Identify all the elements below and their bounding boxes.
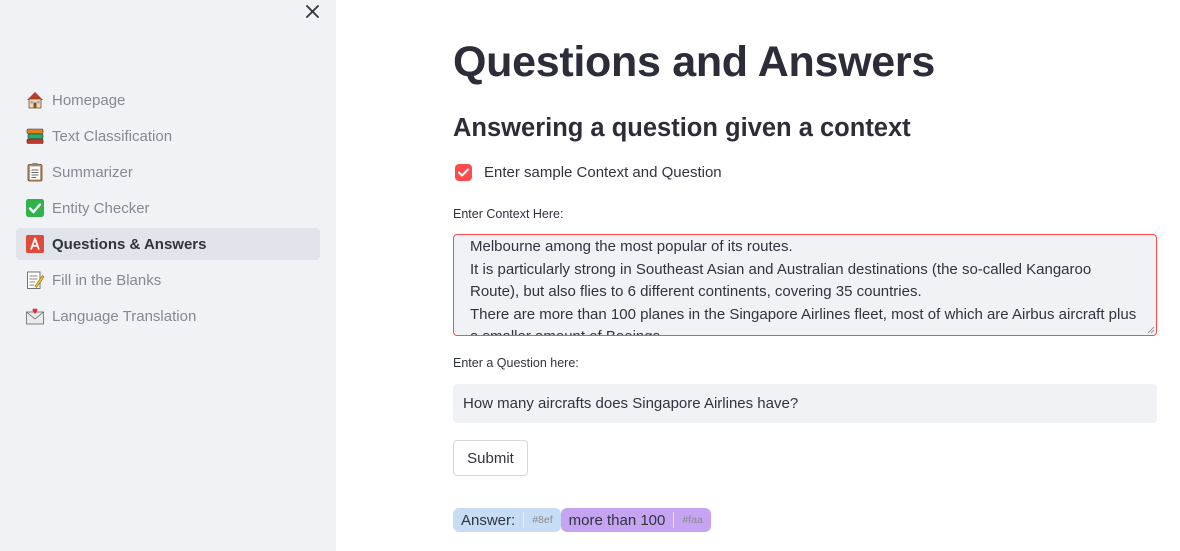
house-icon [25,90,45,110]
sidebar-item-entity-checker[interactable]: Entity Checker [16,192,320,224]
checkbox-label: Enter sample Context and Question [484,164,722,181]
question-input[interactable]: How many aircrafts does Singapore Airlin… [453,384,1157,423]
answer-value: more than 100 [568,511,666,529]
answer-label-code: #8ef [532,514,553,526]
context-text: Melbourne among the most popular of its … [470,236,1140,335]
answer-output: Answer: #8ef more than 100 #faa [453,508,711,532]
context-line: It is particularly strong in Southeast A… [470,260,1092,278]
context-line: Melbourne among the most popular of its … [470,238,793,255]
memo-icon [25,270,45,290]
context-textarea[interactable]: Melbourne among the most popular of its … [453,234,1157,336]
close-sidebar-button[interactable] [302,1,322,21]
sidebar-item-language-translation[interactable]: Language Translation [16,300,320,332]
sidebar-item-label: Fill in the Blanks [52,271,162,289]
checkbox-checked-icon[interactable] [455,164,472,181]
love-letter-icon [25,306,45,326]
sidebar-item-label: Entity Checker [52,199,150,217]
tag-separator [523,512,525,528]
context-line: Route), but also flies to 6 different co… [470,283,922,300]
tag-separator [673,512,675,528]
books-icon [25,126,45,146]
letter-a-icon [25,234,45,254]
sidebar-item-label: Text Classification [52,127,173,145]
sidebar-item-questions-answers[interactable]: Questions & Answers [16,228,320,260]
check-mark-icon [25,198,45,218]
submit-button[interactable]: Submit [453,440,528,476]
section-title: Answering a question given a context [453,114,911,142]
context-line: a smaller amount of Boeings. [470,326,1140,335]
sidebar-nav: Homepage Text Classification Summarizer … [16,84,320,336]
sidebar-item-homepage[interactable]: Homepage [16,84,320,116]
sidebar-item-label: Questions & Answers [52,235,207,253]
sidebar-item-summarizer[interactable]: Summarizer [16,156,320,188]
sidebar-item-text-classification[interactable]: Text Classification [16,120,320,152]
resize-grip-icon[interactable] [1147,326,1155,334]
answer-label: Answer: [461,511,516,529]
answer-value-code: #faa [682,514,703,526]
context-line: There are more than 100 planes in the Si… [470,305,1137,323]
page-title: Questions and Answers [453,38,935,86]
sample-checkbox[interactable]: Enter sample Context and Question [453,164,722,181]
answer-value-tag: more than 100 #faa [560,508,711,532]
sidebar-item-label: Summarizer [52,163,133,181]
context-label: Enter Context Here: [453,207,564,221]
clipboard-icon [25,162,45,182]
sidebar-item-fill-in-the-blanks[interactable]: Fill in the Blanks [16,264,320,296]
close-icon [305,4,319,18]
sidebar-item-label: Language Translation [52,307,197,325]
question-label: Enter a Question here: [453,356,579,370]
sidebar-item-label: Homepage [52,91,126,109]
question-value: How many aircrafts does Singapore Airlin… [463,395,799,412]
sidebar: Homepage Text Classification Summarizer … [0,0,336,551]
answer-label-tag: Answer: #8ef [453,508,561,532]
